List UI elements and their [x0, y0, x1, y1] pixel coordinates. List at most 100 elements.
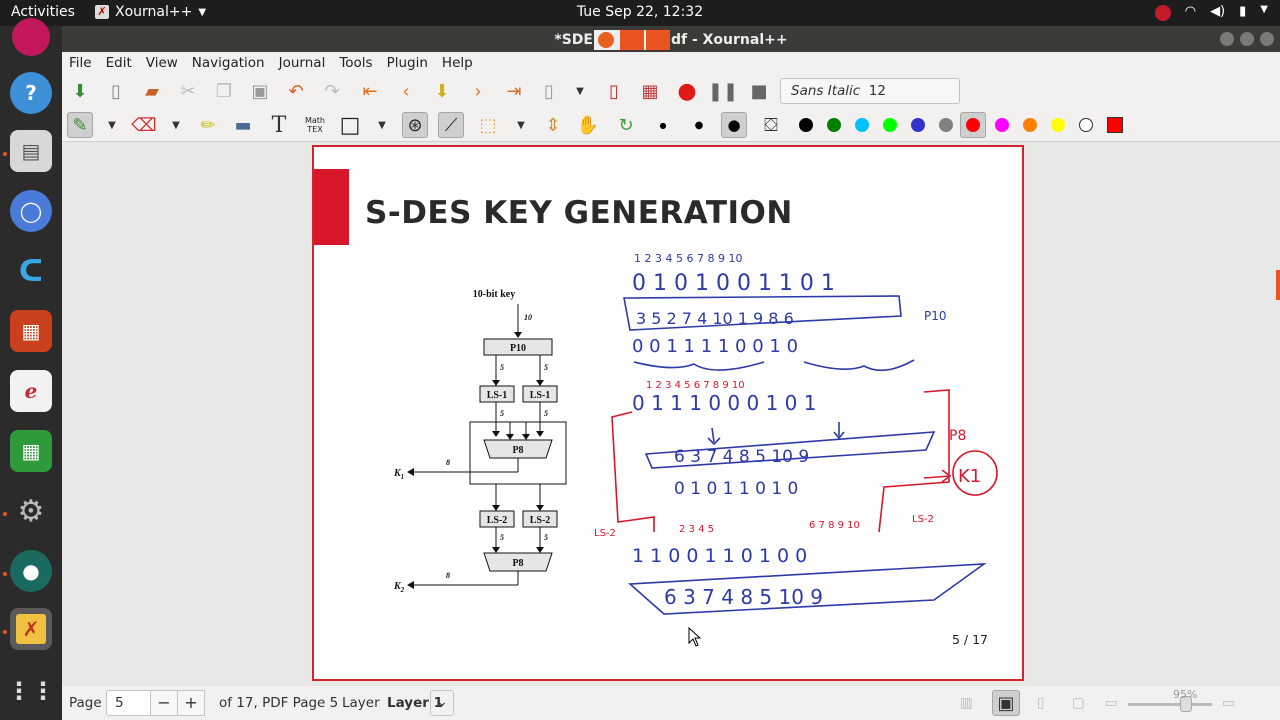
- highlighter-icon[interactable]: ✏: [195, 112, 221, 138]
- running-indicator: [3, 630, 7, 634]
- close-button[interactable]: [1260, 32, 1274, 46]
- window-titlebar[interactable]: *SDE df - Xournal++: [62, 26, 1280, 52]
- page-decrement-button[interactable]: −: [150, 690, 178, 716]
- paste-icon[interactable]: ▣: [247, 78, 273, 104]
- minimize-button[interactable]: [1220, 32, 1234, 46]
- menu-view[interactable]: View: [139, 52, 185, 74]
- eraser-icon[interactable]: ⌫: [131, 112, 157, 138]
- pdf-page[interactable]: S-DES KEY GENERATION 10-bit key 10 P10 5…: [312, 145, 1024, 681]
- next-page-icon[interactable]: ›: [465, 78, 491, 104]
- zoom-in-icon[interactable]: ▭: [1222, 695, 1235, 711]
- color-red-selected[interactable]: [960, 112, 986, 138]
- menu-file[interactable]: File: [62, 52, 99, 74]
- medium-dot-icon[interactable]: ●: [686, 112, 712, 138]
- menu-journal[interactable]: Journal: [272, 52, 333, 74]
- math-tex-icon[interactable]: Math TEX: [302, 112, 328, 138]
- clock[interactable]: Tue Sep 22, 12:32: [0, 4, 1280, 20]
- menu-navigation[interactable]: Navigation: [185, 52, 272, 74]
- menu-tools[interactable]: Tools: [332, 52, 379, 74]
- chevron-down-icon[interactable]: ▼: [163, 112, 189, 138]
- font-selector[interactable]: Sans Italic 12: [780, 78, 960, 104]
- firefox-icon[interactable]: [12, 18, 50, 56]
- cut-icon[interactable]: ✂: [175, 78, 201, 104]
- settings-icon[interactable]: ⚙: [10, 490, 52, 532]
- color-cyan[interactable]: [855, 118, 869, 132]
- scroll-indicator[interactable]: [1276, 270, 1280, 300]
- zoom-fit-icon[interactable]: ▯: [1037, 695, 1044, 711]
- color-yellow[interactable]: [1051, 118, 1065, 132]
- zoom-100-icon[interactable]: ▢: [1072, 695, 1085, 711]
- thick-dot-icon[interactable]: ●: [721, 112, 747, 138]
- color-gray[interactable]: [939, 118, 953, 132]
- chromium-icon[interactable]: ◯: [10, 190, 52, 232]
- new-document-icon[interactable]: ▯: [103, 78, 129, 104]
- xournal-dock-icon[interactable]: ✗: [10, 608, 52, 650]
- color-lime[interactable]: [883, 118, 897, 132]
- screen-recorder-icon[interactable]: ᑕ: [10, 250, 52, 292]
- impress-icon[interactable]: ▦: [10, 310, 52, 352]
- menu-edit[interactable]: Edit: [99, 52, 139, 74]
- presentation-mode-icon[interactable]: ▦: [637, 78, 663, 104]
- chevron-down-icon[interactable]: ▼: [567, 78, 593, 104]
- insert-page-icon[interactable]: ▯: [536, 78, 562, 104]
- document-viewer-icon[interactable]: ℯ: [10, 370, 52, 412]
- page-number-input[interactable]: 5: [106, 690, 152, 716]
- refresh-icon[interactable]: ↻: [613, 112, 639, 138]
- recording-icon[interactable]: [1154, 5, 1171, 21]
- presentation-view-icon[interactable]: ▣: [992, 690, 1020, 716]
- show-apps-icon[interactable]: ⋮⋮: [7, 670, 55, 712]
- vertical-space-icon[interactable]: ⇕: [540, 112, 566, 138]
- custom-color-icon[interactable]: [1102, 112, 1128, 138]
- copy-icon[interactable]: ❐: [211, 78, 237, 104]
- chevron-down-icon[interactable]: ▼: [369, 112, 395, 138]
- font-size: 12: [868, 83, 886, 99]
- page-layout-icon[interactable]: ▥: [960, 695, 973, 711]
- pause-icon[interactable]: ❚❚: [708, 78, 738, 104]
- battery-icon: ▮: [1239, 4, 1247, 19]
- text-icon[interactable]: T: [266, 112, 292, 138]
- menu-plugin[interactable]: Plugin: [380, 52, 435, 74]
- maximize-button[interactable]: [1240, 32, 1254, 46]
- redo-icon[interactable]: ↷: [319, 78, 345, 104]
- delete-page-icon[interactable]: ▯: [601, 78, 627, 104]
- color-black[interactable]: [799, 118, 813, 132]
- goto-page-icon[interactable]: ⬇: [429, 78, 455, 104]
- svg-text:P8: P8: [949, 428, 966, 444]
- camera-app-icon[interactable]: ●: [10, 550, 52, 592]
- image-icon[interactable]: ▬: [230, 112, 256, 138]
- zoom-slider[interactable]: [1128, 703, 1212, 706]
- record-icon[interactable]: ●: [674, 78, 700, 104]
- color-green[interactable]: [827, 118, 841, 132]
- layer-dropdown-button[interactable]: ⌄: [430, 690, 454, 716]
- first-page-icon[interactable]: ⇤: [357, 78, 383, 104]
- chevron-down-icon[interactable]: ▼: [99, 112, 125, 138]
- zoom-out-icon[interactable]: ▭: [1105, 695, 1118, 711]
- page-increment-button[interactable]: +: [177, 690, 205, 716]
- color-magenta[interactable]: [995, 118, 1009, 132]
- pen-icon[interactable]: ✎: [67, 112, 93, 138]
- open-icon[interactable]: ▰: [139, 78, 165, 104]
- ruler-icon[interactable]: ⟋: [438, 112, 464, 138]
- chevron-down-icon[interactable]: ▼: [508, 112, 534, 138]
- svg-text:0 1 0 1 1 0 1 0: 0 1 0 1 1 0 1 0: [674, 479, 798, 499]
- stop-icon[interactable]: ■: [746, 78, 772, 104]
- color-orange[interactable]: [1023, 118, 1037, 132]
- hand-icon[interactable]: ✋: [575, 112, 601, 138]
- color-blue[interactable]: [911, 118, 925, 132]
- shape-recognizer-icon[interactable]: ⊛: [402, 112, 428, 138]
- color-white[interactable]: [1079, 118, 1093, 132]
- undo-icon[interactable]: ↶: [283, 78, 309, 104]
- shape-icon[interactable]: □: [337, 112, 363, 138]
- system-tray[interactable]: ◠ ◀) ▮ ▼: [1154, 4, 1268, 21]
- save-icon[interactable]: ⬇: [67, 78, 93, 104]
- calc-icon[interactable]: ▦: [10, 430, 52, 472]
- select-rect-icon[interactable]: ⬚: [475, 112, 501, 138]
- menu-help[interactable]: Help: [435, 52, 480, 74]
- files-icon[interactable]: ▤: [10, 130, 52, 172]
- document-canvas[interactable]: S-DES KEY GENERATION 10-bit key 10 P10 5…: [62, 142, 1280, 686]
- fill-icon[interactable]: ⛋: [758, 112, 784, 138]
- thin-dot-icon[interactable]: ●: [650, 112, 676, 138]
- last-page-icon[interactable]: ⇥: [501, 78, 527, 104]
- previous-page-icon[interactable]: ‹: [393, 78, 419, 104]
- help-icon[interactable]: ?: [10, 72, 52, 114]
